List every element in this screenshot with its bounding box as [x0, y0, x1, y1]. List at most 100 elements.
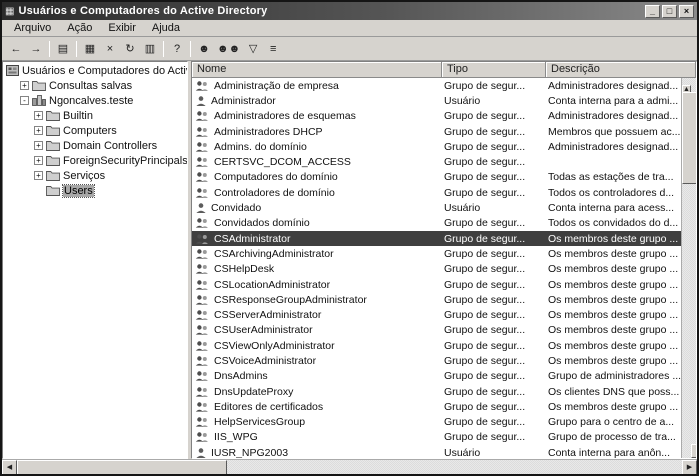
properties-icon[interactable]: ▦: [80, 39, 100, 58]
row-desc: Conta interna para anôn...: [546, 447, 681, 458]
group-icon: [195, 141, 210, 153]
back-icon[interactable]: ←: [6, 39, 26, 58]
row-name: Administração de empresa: [214, 80, 339, 92]
folder-icon: [46, 170, 60, 181]
menu-acao[interactable]: Ação: [59, 21, 100, 36]
table-row[interactable]: Editores de certificadosGrupo de segur..…: [192, 399, 681, 414]
view-options-icon[interactable]: ≡: [263, 39, 283, 58]
folder-icon: [32, 80, 46, 91]
refresh-icon[interactable]: ↻: [120, 39, 140, 58]
tree-item-computers[interactable]: +Computers: [3, 123, 187, 138]
tree-root[interactable]: Usuários e Computadores do Active: [3, 63, 187, 78]
row-name: Convidado: [211, 202, 261, 214]
table-row[interactable]: Controladores de domínioGrupo de segur..…: [192, 185, 681, 200]
table-row[interactable]: AdministradorUsuárioConta interna para a…: [192, 93, 681, 108]
group-icon: [195, 279, 210, 291]
tree-item-ngoncalves-teste[interactable]: -Ngoncalves.teste: [3, 93, 187, 108]
row-name: CSVoiceAdministrator: [214, 355, 316, 367]
table-row[interactable]: Administradores DHCPGrupo de segur...Mem…: [192, 124, 681, 139]
table-row[interactable]: CSUserAdministratorGrupo de segur...Os m…: [192, 323, 681, 338]
show-tree-icon[interactable]: ▤: [53, 39, 73, 58]
row-desc: Todos os controladores d...: [546, 187, 681, 199]
scroll-down-icon[interactable]: ▼: [691, 444, 697, 458]
table-row[interactable]: CSHelpDeskGrupo de segur...Os membros de…: [192, 262, 681, 277]
table-row[interactable]: HelpServicesGroupGrupo de segur...Grupo …: [192, 415, 681, 430]
table-row[interactable]: CSAdministratorGrupo de segur...Os membr…: [192, 231, 681, 246]
row-name: CSResponseGroupAdministrator: [214, 294, 367, 306]
table-row[interactable]: CSArchivingAdministratorGrupo de segur..…: [192, 246, 681, 261]
vertical-scroll-thumb[interactable]: [682, 92, 697, 184]
create-user-icon[interactable]: ☻: [194, 39, 214, 58]
tree-item-users[interactable]: Users: [3, 183, 187, 198]
row-type: Grupo de segur...: [442, 233, 546, 245]
row-desc: Os membros deste grupo ...: [546, 355, 681, 367]
table-row[interactable]: Computadores do domínioGrupo de segur...…: [192, 170, 681, 185]
expand-icon[interactable]: +: [20, 81, 29, 90]
tree-item-domain-controllers[interactable]: + Domain Controllers: [3, 138, 187, 153]
table-row[interactable]: Convidados domínioGrupo de segur...Todos…: [192, 216, 681, 231]
row-name: DnsUpdateProxy: [214, 386, 293, 398]
table-row[interactable]: CSResponseGroupAdministratorGrupo de seg…: [192, 292, 681, 307]
expand-icon[interactable]: +: [34, 126, 43, 135]
tree-item-label: Domain Controllers: [63, 140, 157, 152]
title-bar[interactable]: ▦ Usuários e Computadores do Active Dire…: [2, 2, 697, 20]
table-row[interactable]: ConvidadoUsuárioConta interna para acess…: [192, 200, 681, 215]
tree-item-foreignsecurityprincipals[interactable]: +ForeignSecurityPrincipals: [3, 153, 187, 168]
menu-bar: Arquivo Ação Exibir Ajuda: [2, 20, 697, 37]
table-row[interactable]: CSVoiceAdministratorGrupo de segur...Os …: [192, 353, 681, 368]
set-filter-icon[interactable]: ▽: [243, 39, 263, 58]
create-group-icon[interactable]: ☻☻: [214, 39, 243, 58]
row-type: Grupo de segur...: [442, 248, 546, 260]
export-list-icon[interactable]: ▥: [140, 39, 160, 58]
tree-item-builtin[interactable]: +Builtin: [3, 108, 187, 123]
row-desc: Todos os convidados do d...: [546, 217, 681, 229]
table-row[interactable]: IIS_WPGGrupo de segur...Grupo de process…: [192, 430, 681, 445]
row-type: Usuário: [442, 447, 546, 458]
row-name: Administrador: [211, 95, 276, 107]
maximize-button[interactable]: □: [662, 5, 677, 18]
expand-icon[interactable]: +: [34, 171, 43, 180]
table-row[interactable]: Admins. do domínioGrupo de segur...Admin…: [192, 139, 681, 154]
menu-ajuda[interactable]: Ajuda: [144, 21, 188, 36]
expand-icon[interactable]: +: [34, 111, 43, 120]
horizontal-scroll-thumb[interactable]: [17, 460, 227, 475]
forward-icon[interactable]: →: [26, 39, 46, 58]
row-type: Usuário: [442, 95, 546, 107]
menu-arquivo[interactable]: Arquivo: [6, 21, 59, 36]
row-type: Grupo de segur...: [442, 416, 546, 428]
scroll-right-icon[interactable]: ▶: [682, 460, 697, 475]
menu-exibir[interactable]: Exibir: [100, 21, 144, 36]
toolbar-separator: [190, 41, 191, 57]
expand-icon[interactable]: +: [34, 156, 43, 165]
column-header-tipo[interactable]: Tipo: [442, 62, 546, 78]
help-icon[interactable]: ?: [167, 39, 187, 58]
column-header-descricao[interactable]: Descrição: [546, 62, 696, 78]
tree-item-consultas-salvas[interactable]: +Consultas salvas: [3, 78, 187, 93]
table-row[interactable]: DnsUpdateProxyGrupo de segur...Os client…: [192, 384, 681, 399]
horizontal-scrollbar[interactable]: ◀ ▶: [2, 459, 697, 474]
collapse-icon[interactable]: -: [20, 96, 29, 105]
table-row[interactable]: Administradores de esquemasGrupo de segu…: [192, 109, 681, 124]
table-row[interactable]: IUSR_NPG2003UsuárioConta interna para an…: [192, 445, 681, 458]
column-header-nome[interactable]: Nome: [192, 62, 442, 78]
tree-item-servicos[interactable]: +Serviços: [3, 168, 187, 183]
toolbar-separator: [76, 41, 77, 57]
minimize-button[interactable]: _: [645, 5, 660, 18]
delete-icon[interactable]: ×: [100, 39, 120, 58]
directory-icon: [6, 65, 19, 76]
table-row[interactable]: CSViewOnlyAdministratorGrupo de segur...…: [192, 338, 681, 353]
vertical-scrollbar[interactable]: ▲ ▼: [681, 78, 696, 458]
scroll-left-icon[interactable]: ◀: [2, 460, 17, 475]
close-button[interactable]: ×: [679, 5, 694, 18]
table-row[interactable]: CSLocationAdministratorGrupo de segur...…: [192, 277, 681, 292]
expand-icon[interactable]: +: [34, 141, 43, 150]
table-row[interactable]: CERTSVC_DCOM_ACCESSGrupo de segur...: [192, 154, 681, 169]
row-type: Grupo de segur...: [442, 340, 546, 352]
user-icon: [195, 202, 207, 214]
row-desc: Os membros deste grupo ...: [546, 279, 681, 291]
table-row[interactable]: DnsAdminsGrupo de segur...Grupo de admin…: [192, 369, 681, 384]
table-row[interactable]: CSServerAdministratorGrupo de segur...Os…: [192, 307, 681, 322]
table-row[interactable]: Administração de empresaGrupo de segur..…: [192, 78, 681, 93]
group-icon: [195, 386, 210, 398]
group-icon: [195, 431, 210, 443]
